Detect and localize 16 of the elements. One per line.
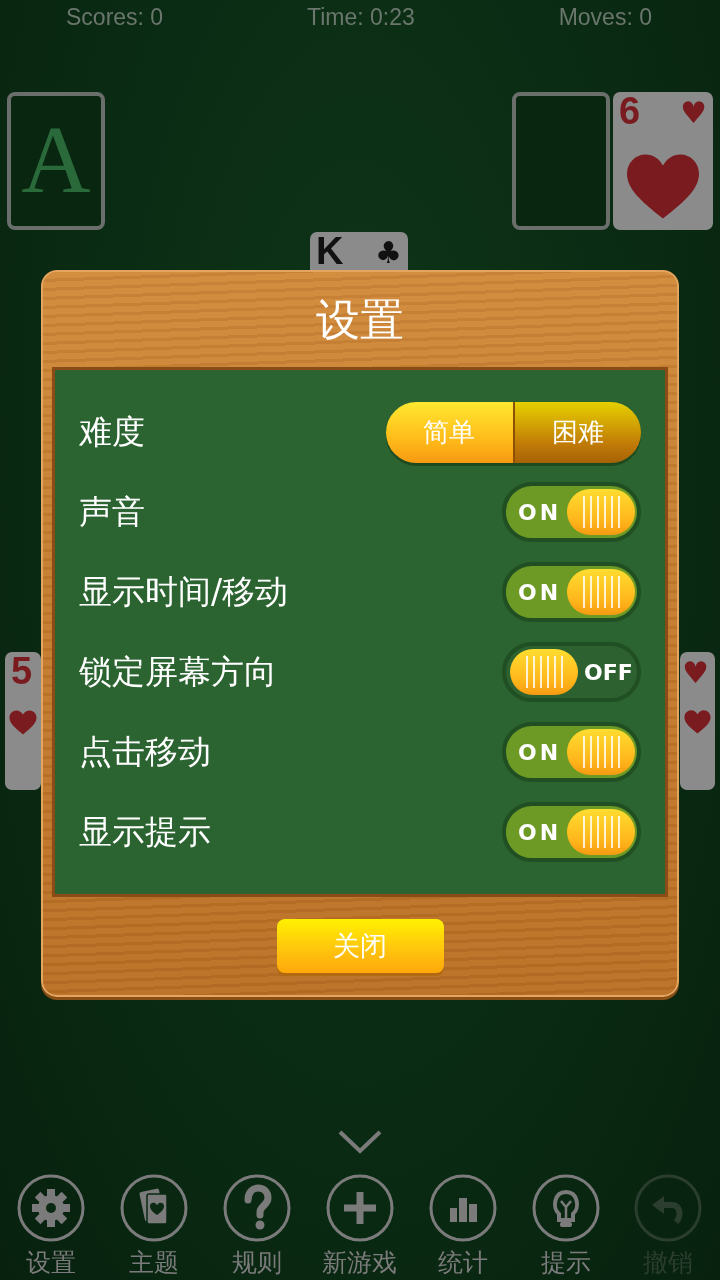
card-suit: ♥ <box>680 98 707 128</box>
card-rank: 5 <box>11 654 33 688</box>
card-suit: ♣ <box>375 238 402 268</box>
setting-label: 显示提示 <box>79 810 211 853</box>
setting-label: 显示时间/移动 <box>79 570 289 613</box>
card-rank: K <box>316 234 344 268</box>
dialog-title: 设置 <box>316 298 404 342</box>
card-rank: 6 <box>619 94 641 128</box>
setting-label: 声音 <box>79 490 145 533</box>
setting-label: 难度 <box>79 410 145 453</box>
timer-text: Time: 0:23 <box>307 4 415 31</box>
card-suit: ♥ <box>682 658 709 688</box>
setting-label: 点击移动 <box>79 730 211 773</box>
score-text: Scores: 0 <box>66 4 164 31</box>
setting-label: 锁定屏幕方向 <box>79 650 277 693</box>
moves-text: Moves: 0 <box>558 4 652 31</box>
